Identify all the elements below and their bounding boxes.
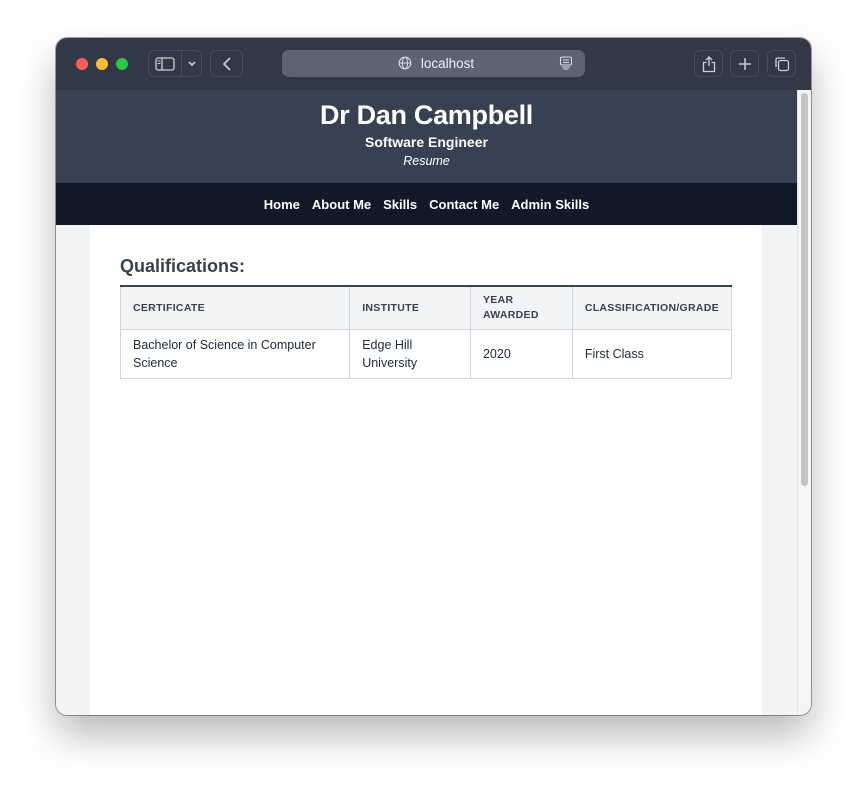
cell-institute: Edge Hill University: [349, 329, 471, 379]
address-url: localhost: [420, 56, 475, 71]
chevron-down-icon: [187, 60, 196, 66]
site-header: Dr Dan Campbell Software Engineer Resume: [56, 90, 797, 183]
column-header-classification: CLASSIFICATION/GRADE: [571, 286, 733, 330]
table-row: Bachelor of Science in Computer Science …: [119, 329, 733, 379]
new-tab-button[interactable]: [730, 50, 759, 77]
globe-icon: [398, 56, 412, 70]
column-header-certificate: CERTIFICATE: [119, 286, 351, 330]
reader-mode-icon[interactable]: [559, 56, 573, 70]
page-scrollbar[interactable]: [797, 90, 811, 715]
cell-grade: First Class: [571, 329, 733, 379]
sidebar-icon: [155, 56, 175, 71]
table-header-row: CERTIFICATE INSTITUTE YEAR AWARDED CLASS…: [119, 286, 733, 330]
share-icon: [702, 55, 715, 72]
site-subtitle: Resume: [403, 154, 450, 168]
cell-year: 2020: [469, 329, 573, 379]
zoom-window-button[interactable]: [116, 58, 128, 70]
close-window-button[interactable]: [76, 58, 88, 70]
column-header-year-awarded: YEAR AWARDED: [469, 286, 573, 330]
sidebar-menu-button[interactable]: [181, 50, 202, 77]
nav-contact-me[interactable]: Contact Me: [429, 197, 499, 212]
cell-certificate: Bachelor of Science in Computer Science: [119, 329, 351, 379]
chevron-left-icon: [222, 56, 231, 71]
browser-window: localhost Dr Dan Campbell Software Engin…: [56, 38, 811, 715]
scrollbar-thumb[interactable]: [801, 93, 808, 486]
qualifications-table: CERTIFICATE INSTITUTE YEAR AWARDED CLASS…: [119, 285, 733, 379]
qualifications-heading: Qualifications:: [120, 256, 246, 276]
page-viewport: Dr Dan Campbell Software Engineer Resume…: [56, 90, 797, 715]
share-button[interactable]: [694, 50, 723, 77]
nav-skills[interactable]: Skills: [383, 197, 417, 212]
minimize-window-button[interactable]: [96, 58, 108, 70]
tab-overview-button[interactable]: [767, 50, 796, 77]
nav-home[interactable]: Home: [264, 197, 300, 212]
main-nav: Home About Me Skills Contact Me Admin Sk…: [56, 183, 797, 225]
site-role: Software Engineer: [365, 134, 488, 150]
tabs-icon: [774, 56, 789, 71]
sidebar-toggle-button[interactable]: [148, 50, 181, 77]
browser-toolbar: localhost: [56, 38, 811, 90]
main-content: Qualifications: CERTIFICATE INSTITUTE YE…: [90, 225, 762, 715]
column-header-institute: INSTITUTE: [349, 286, 471, 330]
nav-admin-skills[interactable]: Admin Skills: [511, 197, 589, 212]
plus-icon: [738, 57, 751, 70]
site-title: Dr Dan Campbell: [319, 100, 534, 130]
address-bar[interactable]: localhost: [282, 50, 585, 77]
back-button[interactable]: [210, 50, 243, 77]
nav-about-me[interactable]: About Me: [312, 197, 371, 212]
